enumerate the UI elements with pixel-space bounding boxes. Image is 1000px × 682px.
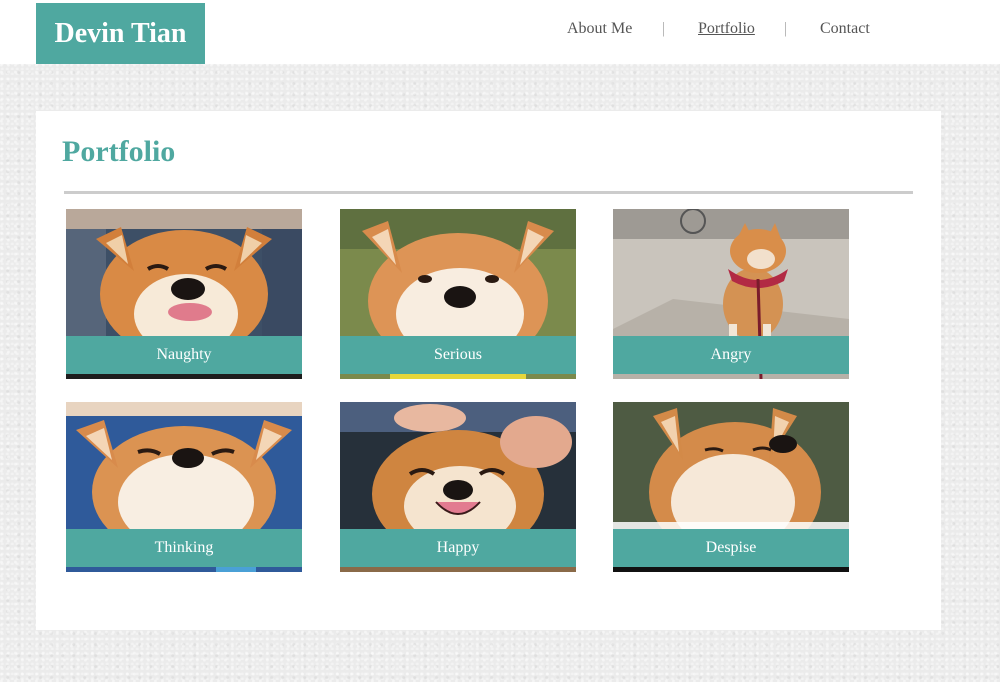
nav-separator: | [784, 20, 788, 37]
portfolio-card-naughty[interactable]: Naughty [66, 209, 302, 379]
nav-portfolio[interactable]: Portfolio [698, 20, 755, 38]
card-caption: Despise [613, 529, 849, 567]
card-caption: Serious [340, 336, 576, 374]
nav-about-me[interactable]: About Me [567, 20, 632, 38]
card-caption: Naughty [66, 336, 302, 374]
site-header: Devin Tian About Me | Portfolio | Contac… [0, 0, 1000, 64]
portfolio-card-thinking[interactable]: Thinking [66, 402, 302, 572]
site-logo[interactable]: Devin Tian [36, 3, 205, 64]
portfolio-card-serious[interactable]: Serious [340, 209, 576, 379]
title-divider [64, 191, 913, 194]
portfolio-card-angry[interactable]: Angry [613, 209, 849, 379]
nav-separator: | [662, 20, 666, 37]
card-caption: Happy [340, 529, 576, 567]
portfolio-panel: Portfolio Naughty Serious Angry Thinking… [36, 111, 941, 630]
portfolio-card-despise[interactable]: Despise [613, 402, 849, 572]
page-title: Portfolio [62, 135, 176, 168]
card-caption: Thinking [66, 529, 302, 567]
card-caption: Angry [613, 336, 849, 374]
portfolio-card-happy[interactable]: Happy [340, 402, 576, 572]
nav-contact[interactable]: Contact [820, 20, 870, 38]
